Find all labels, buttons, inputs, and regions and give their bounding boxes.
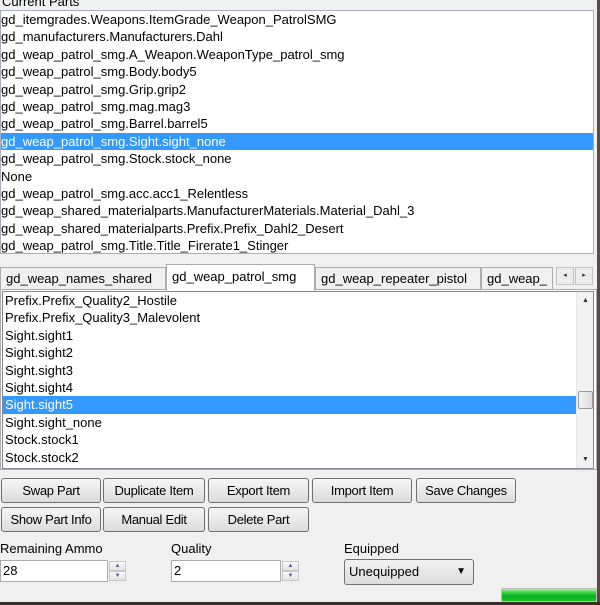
current-part-item[interactable]: gd_weap_patrol_smg.Stock.stock_none [1, 150, 593, 167]
equipped-dropdown[interactable]: Unequipped ▼ [344, 559, 474, 585]
current-part-item[interactable]: gd_weap_patrol_smg.acc.acc1_Relentless [1, 185, 593, 202]
tab-strip: gd_weap_names_shared gd_weap_patrol_smg … [0, 264, 597, 291]
show-part-info-button[interactable]: Show Part Info [1, 507, 101, 532]
part-list-item[interactable]: Stock.stock3 [3, 466, 593, 468]
current-parts-list[interactable]: gd_itemgrades.Weapons.ItemGrade_Weapon_P… [0, 10, 594, 254]
part-list-item[interactable]: Stock.stock2 [3, 449, 593, 466]
arrow-right-icon: ▸ [582, 272, 586, 279]
current-part-item[interactable]: gd_weap_patrol_smg.Barrel.barrel5 [1, 115, 593, 132]
tab-gd-weap-names-shared[interactable]: gd_weap_names_shared [0, 267, 166, 290]
remaining-ammo-label: Remaining Ammo [0, 541, 103, 556]
part-list-item[interactable]: Sight.sight_none [3, 414, 593, 431]
remaining-ammo-increment[interactable]: ▲ [109, 561, 126, 571]
remaining-ammo-stepper[interactable]: 28 ▲ ▼ [0, 560, 128, 582]
duplicate-item-button[interactable]: Duplicate Item [103, 478, 205, 503]
arrow-left-icon: ◂ [563, 272, 567, 279]
quality-input[interactable]: 2 [171, 560, 281, 582]
scroll-up-button[interactable]: ▲ [577, 292, 593, 309]
current-part-item[interactable]: gd_weap_patrol_smg.Sight.sight_none [1, 132, 593, 151]
quality-label: Quality [171, 541, 212, 556]
part-list-item[interactable]: Sight.sight2 [3, 344, 593, 361]
tab-gd-weap-patrol-smg[interactable]: gd_weap_patrol_smg [166, 264, 315, 291]
part-list-item[interactable]: Prefix.Prefix_Quality3_Malevolent [3, 309, 593, 326]
current-part-item[interactable]: gd_itemgrades.Weapons.ItemGrade_Weapon_P… [1, 11, 593, 28]
tab-scroll-right-button[interactable]: ▸ [575, 267, 593, 285]
arrow-down-icon: ▼ [582, 456, 589, 463]
arrow-up-icon: ▲ [582, 297, 589, 304]
current-part-item[interactable]: None [1, 168, 593, 185]
scrollbar-thumb[interactable] [578, 391, 593, 409]
available-parts-list[interactable]: Prefix.Prefix_Quality2_Hostile Prefix.Pre… [2, 291, 594, 469]
remaining-ammo-input[interactable]: 28 [0, 560, 108, 582]
spin-up-icon: ▲ [114, 563, 121, 569]
import-item-button[interactable]: Import Item [312, 478, 412, 503]
swap-part-button[interactable]: Swap Part [1, 478, 101, 503]
equipped-label: Equipped [344, 541, 399, 556]
current-part-item[interactable]: gd_weap_patrol_smg.Grip.grip2 [1, 81, 593, 98]
tab-gd-weap-truncated[interactable]: gd_weap_ [481, 267, 553, 290]
spin-down-icon: ▼ [287, 573, 294, 579]
spin-up-icon: ▲ [287, 563, 294, 569]
tab-scroll-left-button[interactable]: ◂ [556, 267, 574, 285]
export-item-button[interactable]: Export Item [208, 478, 309, 503]
current-part-item[interactable]: gd_weap_patrol_smg.Body.body5 [1, 63, 593, 80]
spin-down-icon: ▼ [114, 573, 121, 579]
equipped-value: Unequipped [349, 564, 420, 579]
part-list-item[interactable]: Prefix.Prefix_Quality2_Hostile [3, 292, 593, 309]
scroll-down-button[interactable]: ▼ [577, 451, 593, 468]
tab-panel: Prefix.Prefix_Quality2_Hostile Prefix.Pre… [0, 289, 597, 470]
part-list-item[interactable]: Sight.sight3 [3, 362, 593, 379]
save-changes-button[interactable]: Save Changes [416, 478, 516, 503]
tab-gd-weap-repeater-pistol[interactable]: gd_weap_repeater_pistol [315, 267, 481, 290]
part-list-item[interactable]: Stock.stock1 [3, 431, 593, 448]
part-list-item[interactable]: Sight.sight4 [3, 379, 593, 396]
progress-bar [501, 588, 597, 602]
current-part-item[interactable]: gd_weap_patrol_smg.mag.mag3 [1, 98, 593, 115]
part-list-item[interactable]: Sight.sight1 [3, 327, 593, 344]
remaining-ammo-decrement[interactable]: ▼ [109, 571, 126, 581]
delete-part-button[interactable]: Delete Part [208, 507, 309, 532]
current-part-item[interactable]: gd_weap_shared_materialparts.Prefix.Pref… [1, 220, 593, 237]
current-part-item[interactable]: gd_weap_patrol_smg.A_Weapon.WeaponType_p… [1, 46, 593, 63]
quality-decrement[interactable]: ▼ [282, 571, 299, 581]
manual-edit-button[interactable]: Manual Edit [103, 507, 205, 532]
vertical-scrollbar[interactable]: ▲ ▼ [576, 292, 593, 468]
quality-stepper[interactable]: 2 ▲ ▼ [171, 560, 301, 582]
quality-increment[interactable]: ▲ [282, 561, 299, 571]
current-parts-label: Current Parts [2, 0, 80, 9]
part-list-item[interactable]: Sight.sight5 [3, 396, 593, 414]
current-part-item[interactable]: gd_weap_patrol_smg.Title.Title_Firerate1… [1, 237, 593, 253]
progress-fill [502, 589, 596, 601]
current-part-item[interactable]: gd_weap_shared_materialparts.Manufacture… [1, 202, 593, 219]
dropdown-arrow-icon: ▼ [456, 566, 466, 577]
current-part-item[interactable]: gd_manufacturers.Manufacturers.Dahl [1, 28, 593, 45]
